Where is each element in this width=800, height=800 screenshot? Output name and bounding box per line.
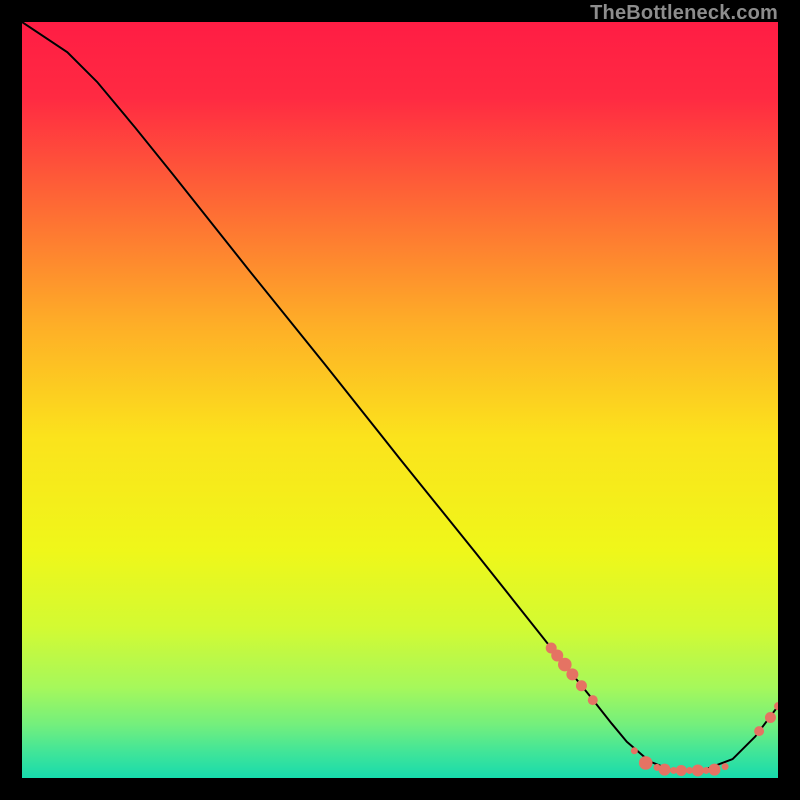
data-point [639, 756, 653, 770]
data-point [692, 764, 704, 776]
chart-stage: TheBottleneck.com [0, 0, 800, 800]
bottleneck-chart [22, 22, 778, 778]
data-point [765, 712, 776, 723]
data-point [576, 680, 587, 691]
data-point [566, 668, 578, 680]
data-point [709, 764, 721, 776]
watermark-label: TheBottleneck.com [590, 2, 778, 25]
chart-background [22, 22, 778, 778]
data-point [631, 747, 638, 754]
data-point [722, 763, 729, 770]
data-point [588, 695, 598, 705]
data-point [676, 765, 687, 776]
data-point [754, 726, 764, 736]
data-point [659, 764, 671, 776]
